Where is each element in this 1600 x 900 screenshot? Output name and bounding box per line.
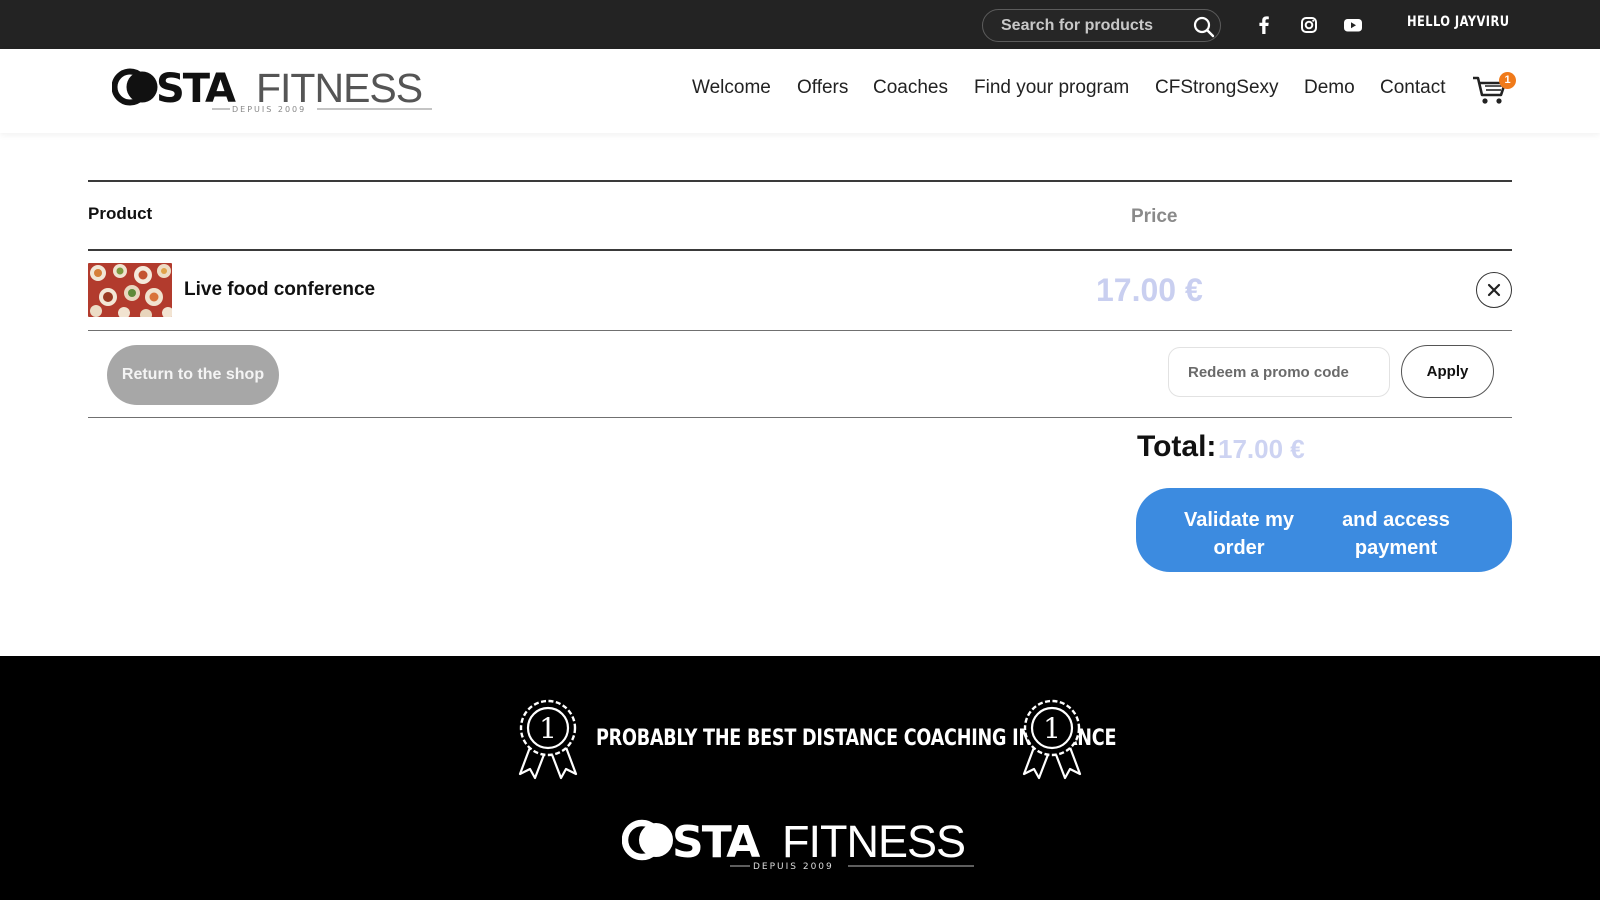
close-icon (1487, 283, 1501, 297)
apply-promo-button[interactable]: Apply (1401, 345, 1494, 398)
award-ribbon-icon: 1 (518, 699, 578, 780)
header-rule (88, 249, 1512, 251)
logo-primary-text: STA (156, 66, 236, 112)
instagram-icon[interactable] (1298, 14, 1320, 36)
youtube-icon[interactable] (1342, 14, 1364, 36)
nav-cfstrongsexy[interactable]: CFStrongSexy (1155, 77, 1279, 99)
column-header-product: Product (88, 204, 153, 223)
product-name[interactable]: Live food conference (184, 279, 375, 301)
product-thumbnail[interactable] (88, 263, 172, 317)
item-rule (88, 330, 1512, 331)
footer-logo-primary-text: STA (672, 817, 760, 868)
award-number: 1 (1043, 712, 1061, 745)
site-header: STA FITNESS DEPUIS 2009 Welcome Offers C… (0, 49, 1600, 133)
product-price: 17.00 € (1096, 272, 1203, 308)
facebook-icon[interactable] (1253, 14, 1275, 36)
nav-welcome[interactable]: Welcome (692, 77, 771, 99)
total-value: 17.00 € (1218, 434, 1305, 464)
award-ribbon-icon: 1 (1022, 699, 1082, 780)
search-input[interactable] (1001, 16, 1191, 36)
logo-since-text: DEPUIS 2009 (232, 105, 306, 114)
user-greeting[interactable]: HELLO JAYVIRU (1407, 14, 1509, 30)
costa-fitness-logo[interactable]: STA FITNESS DEPUIS 2009 (112, 65, 437, 115)
svg-text:FITNESS: FITNESS (782, 816, 965, 867)
validate-label-right: and access payment (1342, 509, 1450, 559)
actions-rule (88, 417, 1512, 418)
nav-find-your-program[interactable]: Find your program (974, 77, 1129, 99)
search-icon[interactable] (1193, 16, 1215, 38)
search-box[interactable] (982, 9, 1221, 42)
total-label: Total: (1137, 430, 1217, 463)
column-header-price: Price (1131, 206, 1178, 227)
validate-label-left: Validate my order (1183, 509, 1295, 559)
nav-coaches[interactable]: Coaches (873, 77, 948, 99)
nav-demo[interactable]: Demo (1304, 77, 1355, 99)
top-bar: HELLO JAYVIRU (0, 0, 1600, 49)
table-top-rule (88, 180, 1512, 182)
cart-count-badge: 1 (1499, 72, 1516, 89)
footer-logo-since-text: DEPUIS 2009 (753, 862, 834, 872)
return-to-shop-button[interactable]: Return to the shop (107, 345, 279, 405)
site-footer: 1 PROBABLY THE BEST DISTANCE COACHING IN… (0, 656, 1600, 900)
promo-code-input[interactable] (1168, 347, 1390, 397)
remove-item-button[interactable] (1476, 272, 1512, 308)
award-number: 1 (539, 712, 557, 745)
nav-offers[interactable]: Offers (797, 77, 848, 99)
validate-order-button[interactable]: Validate my order and access payment (1136, 488, 1512, 572)
nav-contact[interactable]: Contact (1380, 77, 1445, 99)
footer-costa-fitness-logo[interactable]: STA FITNESS DEPUIS 2009 (622, 816, 980, 874)
